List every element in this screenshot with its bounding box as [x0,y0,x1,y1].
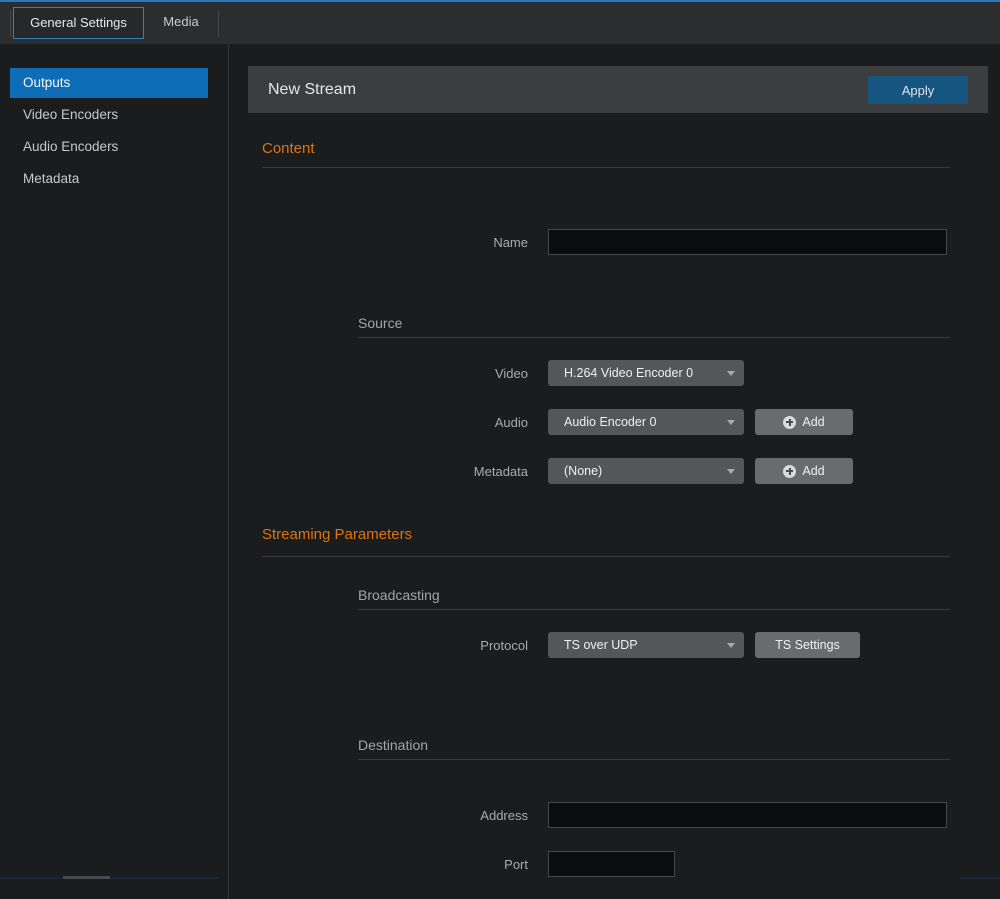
chevron-down-icon [727,469,735,474]
video-source-dropdown[interactable]: H.264 Video Encoder 0 [548,360,744,386]
ts-settings-label: TS Settings [775,638,840,652]
tab-general-settings[interactable]: General Settings [13,7,144,39]
plus-circle-icon [783,465,796,478]
protocol-label: Protocol [398,638,528,653]
subsection-divider [358,609,950,610]
sidebar-item-metadata[interactable]: Metadata [10,163,208,195]
metadata-source-value: (None) [564,458,602,484]
address-input[interactable] [548,802,947,828]
port-label: Port [398,857,528,872]
port-input[interactable] [548,851,675,877]
subsection-divider [358,759,950,760]
video-source-value: H.264 Video Encoder 0 [564,360,693,386]
protocol-value: TS over UDP [564,632,638,658]
name-input[interactable] [548,229,947,255]
add-audio-label: Add [802,415,824,429]
protocol-dropdown[interactable]: TS over UDP [548,632,744,658]
subsection-heading-broadcasting: Broadcasting [358,587,440,603]
name-label: Name [398,235,528,250]
add-metadata-button[interactable]: Add [755,458,853,484]
tab-separator [218,10,219,37]
audio-source-dropdown[interactable]: Audio Encoder 0 [548,409,744,435]
video-label: Video [398,366,528,381]
subsection-divider [358,337,950,338]
sidebar-item-video-encoders[interactable]: Video Encoders [10,99,208,131]
add-metadata-label: Add [802,464,824,478]
sidebar-item-audio-encoders[interactable]: Audio Encoders [10,131,208,163]
section-divider [262,167,950,168]
audio-source-value: Audio Encoder 0 [564,409,656,435]
sidebar-divider [228,44,229,899]
tab-media[interactable]: Media [150,7,212,39]
plus-circle-icon [783,416,796,429]
section-divider [262,556,950,557]
page-header: New Stream Apply [248,66,988,113]
main-tab-bar: General Settings Media [0,2,1000,44]
ts-settings-button[interactable]: TS Settings [755,632,860,658]
subsection-heading-source: Source [358,315,402,331]
horizontal-scrollbar-track[interactable] [960,877,1000,879]
chevron-down-icon [727,420,735,425]
sidebar-item-outputs[interactable]: Outputs [10,68,208,98]
address-label: Address [398,808,528,823]
metadata-source-dropdown[interactable]: (None) [548,458,744,484]
section-heading-content: Content [262,140,315,157]
chevron-down-icon [727,643,735,648]
section-heading-streaming-parameters: Streaming Parameters [262,526,412,543]
metadata-label: Metadata [398,464,528,479]
apply-button[interactable]: Apply [868,76,968,104]
page-title: New Stream [268,66,356,113]
chevron-down-icon [727,371,735,376]
add-audio-button[interactable]: Add [755,409,853,435]
subsection-heading-destination: Destination [358,737,428,753]
audio-label: Audio [398,415,528,430]
tab-separator [10,10,11,37]
horizontal-scrollbar-thumb[interactable] [63,876,110,879]
